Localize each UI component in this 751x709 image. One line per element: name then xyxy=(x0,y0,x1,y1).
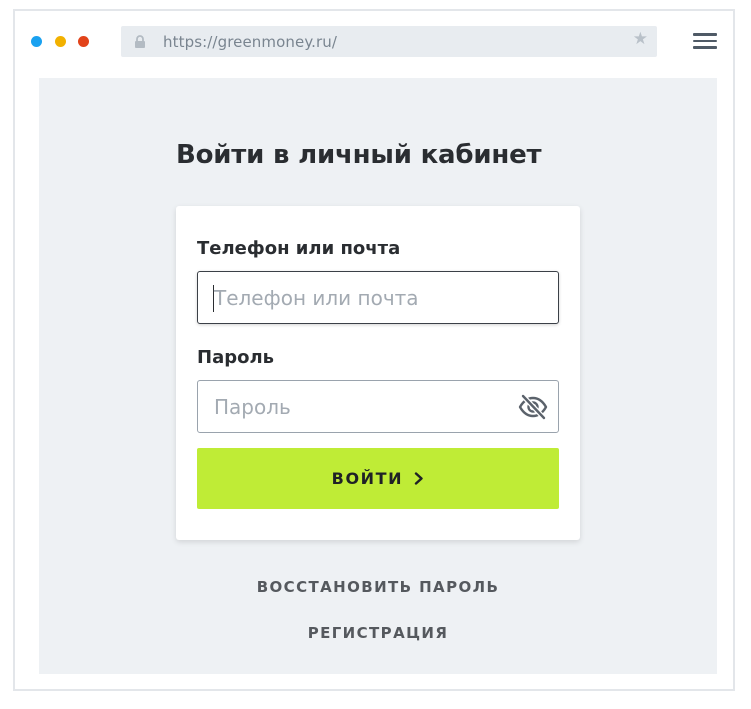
eye-off-icon[interactable] xyxy=(518,394,548,420)
browser-window: https://greenmoney.ru/ ★ Войти в личный … xyxy=(13,9,735,691)
lock-icon xyxy=(135,35,145,48)
window-dot-yellow[interactable] xyxy=(55,36,66,47)
password-placeholder: Пароль xyxy=(214,395,291,419)
login-placeholder: Телефон или почта xyxy=(214,286,419,310)
address-bar[interactable]: https://greenmoney.ru/ ★ xyxy=(121,26,657,57)
chevron-right-icon xyxy=(415,472,424,485)
restore-password-link[interactable]: ВОССТАНОВИТЬ ПАРОЛЬ xyxy=(39,578,717,596)
window-dot-red[interactable] xyxy=(78,36,89,47)
login-card: Телефон или почта Телефон или почта Паро… xyxy=(176,206,580,540)
login-submit-button[interactable]: ВОЙТИ xyxy=(197,448,559,509)
register-link[interactable]: РЕГИСТРАЦИЯ xyxy=(39,624,717,642)
browser-toolbar: https://greenmoney.ru/ ★ xyxy=(15,11,733,73)
submit-button-label: ВОЙТИ xyxy=(331,469,404,488)
window-dot-blue[interactable] xyxy=(31,36,42,47)
login-label: Телефон или почта xyxy=(197,238,401,259)
hamburger-menu-icon[interactable] xyxy=(693,33,717,49)
page-content: Войти в личный кабинет Телефон или почта… xyxy=(39,78,717,674)
star-icon[interactable]: ★ xyxy=(633,31,648,48)
password-label: Пароль xyxy=(197,347,275,368)
login-input[interactable]: Телефон или почта xyxy=(197,271,559,324)
page-title: Войти в личный кабинет xyxy=(176,140,542,170)
password-input[interactable]: Пароль xyxy=(197,380,559,433)
url-text: https://greenmoney.ru/ xyxy=(163,33,338,51)
